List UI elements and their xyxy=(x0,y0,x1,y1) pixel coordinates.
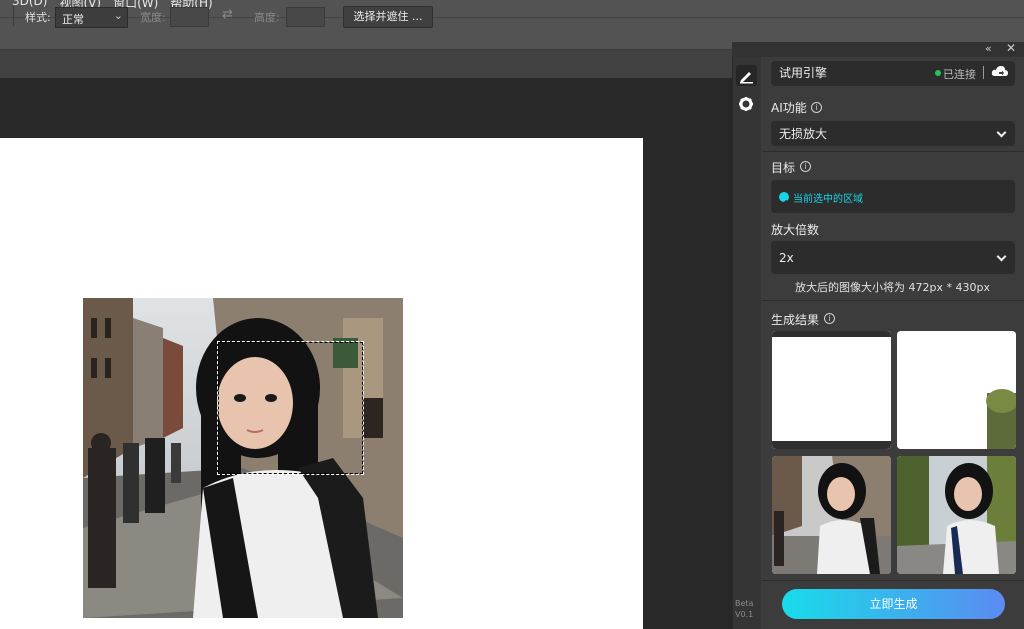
ai-function-label: AI功能 xyxy=(771,101,807,115)
version-label: Beta V0.1 xyxy=(735,598,753,620)
scale-label: 放大倍数 xyxy=(771,223,820,237)
section-divider xyxy=(762,151,1024,152)
scale-value: 2x xyxy=(779,251,794,265)
result-thumbnail[interactable] xyxy=(772,331,891,449)
scale-dropdown[interactable]: 2x xyxy=(771,241,1015,274)
brush-tab[interactable] xyxy=(736,65,757,86)
height-input[interactable] xyxy=(286,7,325,27)
info-icon[interactable]: i xyxy=(811,102,822,113)
brush-icon xyxy=(740,72,753,84)
chevron-down-icon xyxy=(996,127,1007,138)
height-label: 高度: xyxy=(254,11,280,24)
result-thumbnail[interactable] xyxy=(897,456,1016,574)
engine-name: 试用引擎 xyxy=(779,66,828,80)
version-number: V0.1 xyxy=(735,610,754,619)
select-and-mask-button[interactable]: 选择并遮住 ... xyxy=(343,6,433,28)
result-thumbnail[interactable] xyxy=(897,331,1016,449)
options-separator xyxy=(13,6,14,26)
cloud-switch-icon[interactable] xyxy=(991,64,1009,80)
section-divider xyxy=(762,300,1024,301)
generate-button[interactable]: 立即生成 xyxy=(782,589,1005,619)
style-label: 样式: xyxy=(25,11,51,24)
results-label: 生成结果 xyxy=(771,313,820,327)
version-beta: Beta xyxy=(735,599,754,608)
panel-title-bar xyxy=(732,42,1024,57)
connection-status: 已连接 xyxy=(943,68,976,81)
panel-side-rail xyxy=(733,57,761,629)
document-tab-strip xyxy=(0,50,733,78)
target-value: 当前选中的区域 xyxy=(793,194,863,205)
close-icon[interactable]: ✕ xyxy=(1006,41,1016,55)
width-label: 宽度: xyxy=(140,11,166,24)
result-thumbnail[interactable] xyxy=(772,456,891,574)
marquee-selection[interactable] xyxy=(217,341,364,475)
style-select[interactable]: 正常 ⌄ xyxy=(55,7,128,28)
status-divider xyxy=(983,66,984,79)
chevron-down-icon: ⌄ xyxy=(113,9,123,22)
width-input[interactable] xyxy=(170,7,209,27)
style-select-value: 正常 xyxy=(62,13,84,26)
menu-3d[interactable]: 3D(D) xyxy=(12,0,47,8)
target-label: 目标 xyxy=(771,161,796,175)
connection-status-dot xyxy=(935,70,941,76)
swap-icon[interactable]: ⇄ xyxy=(222,7,233,22)
ai-function-value: 无损放大 xyxy=(779,127,828,141)
check-circle-icon xyxy=(779,192,789,205)
gear-icon xyxy=(739,97,753,111)
settings-tab[interactable] xyxy=(736,94,757,115)
chevron-down-icon xyxy=(996,251,1007,262)
ai-function-dropdown[interactable]: 无损放大 xyxy=(771,121,1015,146)
info-icon[interactable]: i xyxy=(824,313,835,324)
collapse-icon[interactable]: « xyxy=(985,42,992,55)
output-size-note: 放大后的图像大小将为 472px * 430px xyxy=(795,281,990,294)
info-icon[interactable]: i xyxy=(800,161,811,172)
section-divider xyxy=(762,580,1024,581)
